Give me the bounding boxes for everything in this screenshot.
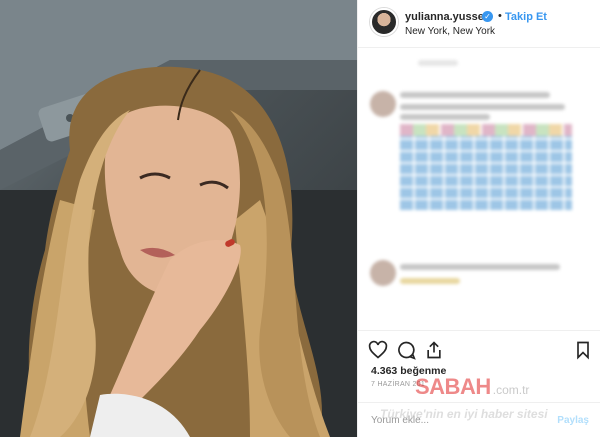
location-link[interactable]: New York, New York	[405, 26, 495, 37]
verified-icon: ✓	[482, 11, 493, 22]
username-link[interactable]: yulianna.yussef	[405, 11, 488, 23]
watermark-logo: SABAH	[415, 374, 491, 399]
blurred-table-image	[400, 124, 572, 210]
action-bar	[358, 330, 600, 370]
post-header: yulianna.yussef ✓ • Takip Et New York, N…	[358, 0, 600, 48]
sabah-watermark: SABAH .com.tr	[415, 374, 529, 400]
post-photo[interactable]	[0, 0, 357, 437]
instagram-post: yulianna.yussef ✓ • Takip Et New York, N…	[0, 0, 600, 437]
post-comment-button[interactable]: Paylaş	[557, 415, 589, 426]
watermark-tld: .com.tr	[492, 383, 530, 397]
heart-icon[interactable]	[368, 340, 388, 360]
comments-area	[358, 48, 600, 325]
bookmark-icon[interactable]	[573, 340, 593, 360]
comment-icon[interactable]	[396, 340, 416, 360]
photo-illustration	[0, 0, 357, 437]
share-icon[interactable]	[424, 340, 444, 360]
avatar[interactable]	[370, 8, 398, 36]
follow-button[interactable]: Takip Et	[505, 11, 547, 23]
separator-dot: •	[498, 10, 502, 22]
watermark-slogan: Türkiye'nin en iyi haber sitesi	[380, 407, 548, 421]
post-sidebar: yulianna.yussef ✓ • Takip Et New York, N…	[357, 0, 600, 437]
